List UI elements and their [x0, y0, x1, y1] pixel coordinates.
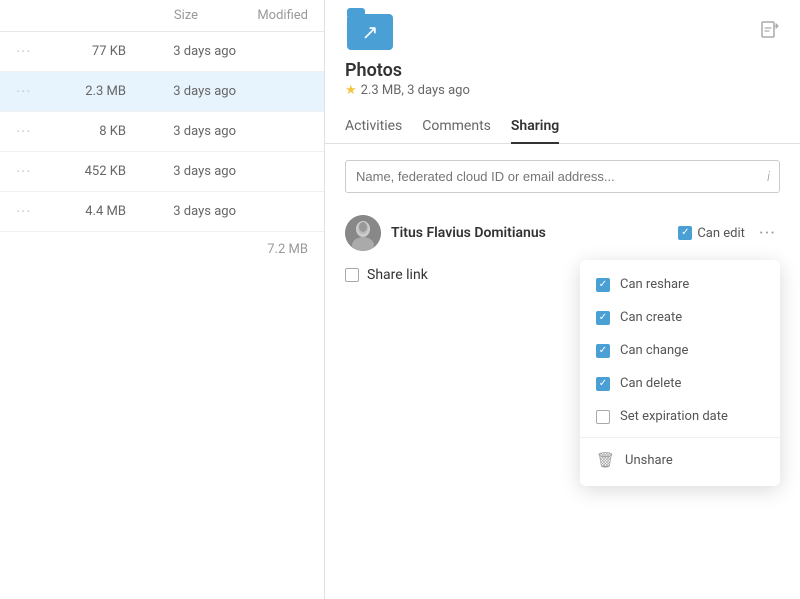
unshare-item[interactable]: 🗑 Unshare	[580, 442, 780, 478]
unshare-label: Unshare	[625, 453, 764, 468]
more-button[interactable]: ···	[16, 42, 46, 61]
user-options-button[interactable]: ···	[755, 221, 780, 246]
permissions-dropdown: Can reshare Can create Can change Can de…	[580, 260, 780, 486]
can-change-label: Can change	[620, 343, 764, 358]
more-button[interactable]: ···	[16, 202, 46, 221]
share-link-checkbox[interactable]	[345, 268, 359, 282]
more-button[interactable]: ···	[16, 82, 46, 101]
can-reshare-item[interactable]: Can reshare	[580, 268, 780, 301]
can-create-item[interactable]: Can create	[580, 301, 780, 334]
user-row: Titus Flavius Domitianus Can edit ···	[345, 209, 780, 257]
tab-sharing[interactable]: Sharing	[511, 110, 559, 144]
folder-title: Photos	[325, 60, 800, 83]
trash-icon: 🗑	[596, 451, 615, 469]
can-reshare-label: Can reshare	[620, 277, 764, 292]
more-button[interactable]: ···	[16, 122, 46, 141]
folder-meta: ★ 2.3 MB, 3 days ago	[325, 83, 800, 110]
file-row[interactable]: ··· 77 KB 3 days ago	[0, 32, 324, 72]
user-name: Titus Flavius Domitianus	[391, 225, 668, 241]
can-create-label: Can create	[620, 310, 764, 325]
file-list-header: Size Modified	[0, 0, 324, 32]
can-delete-checkbox[interactable]	[596, 377, 610, 391]
more-button[interactable]: ···	[16, 162, 46, 181]
file-modified: 3 days ago	[126, 124, 236, 139]
file-size: 8 KB	[46, 124, 126, 139]
can-change-checkbox[interactable]	[596, 344, 610, 358]
file-row[interactable]: ··· 452 KB 3 days ago	[0, 152, 324, 192]
file-row[interactable]: ··· 4.4 MB 3 days ago	[0, 192, 324, 232]
can-delete-label: Can delete	[620, 376, 764, 391]
detail-panel: ↗ Photos ★ 2.3 MB, 3 days ago Activities…	[325, 0, 800, 599]
tab-comments[interactable]: Comments	[422, 110, 491, 144]
dropdown-divider	[580, 437, 780, 438]
folder-icon: ↗	[347, 14, 393, 50]
set-expiration-label: Set expiration date	[620, 409, 764, 424]
avatar-image	[345, 215, 381, 251]
can-create-checkbox[interactable]	[596, 311, 610, 325]
can-edit-wrap: Can edit	[678, 226, 745, 241]
file-list-summary: 7.2 MB	[0, 232, 324, 267]
modified-column-header: Modified	[198, 8, 308, 23]
info-icon: i	[767, 169, 770, 185]
avatar	[345, 215, 381, 251]
folder-icon-wrap: ↗	[345, 12, 395, 52]
tab-activities[interactable]: Activities	[345, 110, 402, 144]
can-change-item[interactable]: Can change	[580, 334, 780, 367]
set-expiration-checkbox[interactable]	[596, 410, 610, 424]
file-modified: 3 days ago	[126, 84, 236, 99]
file-modified: 3 days ago	[126, 44, 236, 59]
share-arrow-icon: ↗	[362, 20, 379, 44]
tabs: Activities Comments Sharing	[325, 110, 800, 144]
file-size: 452 KB	[46, 164, 126, 179]
can-reshare-checkbox[interactable]	[596, 278, 610, 292]
file-row[interactable]: ··· 8 KB 3 days ago	[0, 112, 324, 152]
can-delete-item[interactable]: Can delete	[580, 367, 780, 400]
file-modified: 3 days ago	[126, 204, 236, 219]
file-row[interactable]: ··· 2.3 MB 3 days ago	[0, 72, 324, 112]
share-search-input[interactable]	[345, 160, 780, 193]
file-list-panel: Size Modified ··· 77 KB 3 days ago ··· 2…	[0, 0, 325, 599]
file-size: 2.3 MB	[46, 84, 126, 99]
share-link-label: Share link	[367, 267, 428, 283]
folder-header: ↗	[325, 0, 800, 60]
can-edit-checkbox[interactable]	[678, 226, 692, 240]
can-edit-label: Can edit	[697, 226, 745, 241]
folder-meta-text: 2.3 MB, 3 days ago	[361, 83, 470, 98]
file-size: 4.4 MB	[46, 204, 126, 219]
total-size: 7.2 MB	[228, 242, 308, 257]
size-column-header: Size	[118, 8, 198, 23]
star-icon: ★	[345, 83, 357, 98]
share-input-wrap: i	[345, 160, 780, 193]
set-expiration-item[interactable]: Set expiration date	[580, 400, 780, 433]
file-size: 77 KB	[46, 44, 126, 59]
export-icon[interactable]	[760, 20, 780, 45]
file-modified: 3 days ago	[126, 164, 236, 179]
